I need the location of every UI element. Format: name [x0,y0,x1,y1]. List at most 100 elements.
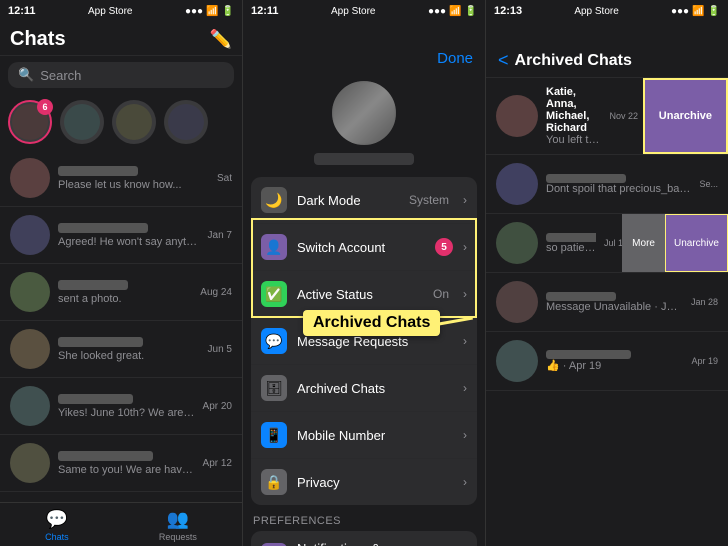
back-button[interactable]: < [498,50,509,71]
archived-avatar-2 [496,163,538,205]
settings-item-archived-chats[interactable]: 🗄 Archived Chats › [251,365,477,412]
dark-mode-value: System [409,193,449,207]
settings-panel: 12:11 App Store ●●● 📶 🔋 Done 🌙 Dark Mode… [243,0,486,546]
carrier-2: App Store [331,6,375,17]
archived-chats-panel: 12:13 App Store ●●● 📶 🔋 < Archived Chats… [486,0,728,546]
unarchive-button-3[interactable]: Unarchive [665,214,728,272]
archived-name-2 [546,174,626,183]
tab-chats[interactable]: 💬 Chats [45,509,69,542]
stories-row: 6 [0,94,242,150]
swipe-actions-3: More Unarchive [622,214,728,272]
more-button-3[interactable]: More [622,214,665,272]
story-item-2[interactable] [60,100,104,144]
chat-item-6[interactable]: Same to you! We are having... Apr 12 [0,435,242,492]
active-status-icon: ✅ [261,281,287,307]
status-bar-1: 12:11 App Store ●●● 📶 🔋 [0,0,242,22]
chevron-message-requests: › [463,334,467,348]
archived-time-5: Apr 19 [691,356,718,366]
archived-preview-3: so patient. Thank you.... · Jul 17 [546,242,596,254]
chat-time-3: Aug 24 [200,287,232,298]
settings-list: 🌙 Dark Mode System › 👤 Switch Account 5 … [243,177,485,505]
active-status-label: Active Status [297,287,423,302]
archived-avatar-1 [496,95,538,137]
archived-title: Archived Chats [515,52,632,70]
chat-item-1[interactable]: Please let us know how... Sat [0,150,242,207]
chats-title: Chats [10,28,66,51]
chat-name-5 [58,394,133,404]
carrier-1: App Store [88,6,132,17]
archived-avatar-3 [496,222,538,264]
archived-time-4: Jan 28 [691,297,718,307]
chat-item-3[interactable]: sent a photo. Aug 24 [0,264,242,321]
notifications-label: Notifications & Sounds [297,541,423,546]
archived-item-3-row: so patient. Thank you.... · Jul 17 Jul 1… [486,214,728,273]
preferences-list: 🔔 Notifications & Sounds Off › 👥 Phone C… [243,531,485,546]
carrier-3: App Store [574,6,618,17]
chat-avatar-4 [10,329,50,369]
chat-item-4[interactable]: She looked great. Jun 5 [0,321,242,378]
chat-time-6: Apr 12 [203,458,232,469]
settings-item-notifications[interactable]: 🔔 Notifications & Sounds Off › [251,531,477,546]
archived-name-3 [546,233,596,242]
chats-header: Chats ✏️ [0,22,242,56]
search-icon: 🔍 [18,67,34,83]
active-status-value: On [433,287,449,301]
chat-item-2[interactable]: Agreed! He won't say anything... Jan 7 [0,207,242,264]
search-bar[interactable]: 🔍 Search [8,62,234,88]
chevron-privacy: › [463,475,467,489]
tab-requests[interactable]: 👥 Requests [159,509,197,542]
preferences-header: PREFERENCES [243,505,485,531]
archived-chats-icon: 🗄 [261,375,287,401]
done-button[interactable]: Done [437,50,473,67]
privacy-icon: 🔒 [261,469,287,495]
unarchive-button-1[interactable]: Unarchive [643,78,728,154]
profile-name [314,153,414,165]
profile-avatar [332,81,396,145]
archived-item-1[interactable]: Katie, Anna, Michael, Richard You left t… [486,78,728,155]
chat-time-5: Apr 20 [203,401,232,412]
chat-preview-3: sent a photo. [58,293,192,305]
chat-item-5[interactable]: Yikes! June 10th? We are ex... Apr 20 [0,378,242,435]
chevron-active-status: › [463,287,467,301]
settings-item-mobile-number[interactable]: 📱 Mobile Number › [251,412,477,459]
settings-item-switch-account[interactable]: 👤 Switch Account 5 › [251,224,477,271]
dark-mode-label: Dark Mode [297,193,399,208]
chat-name-6 [58,451,153,461]
archived-avatar-5 [496,340,538,382]
chat-preview-6: Same to you! We are having... [58,464,195,476]
archived-preview-1: You left the group. · Nov 22 [546,134,601,146]
chat-time-1: Sat [217,173,232,184]
story-item-4[interactable] [164,100,208,144]
profile-section [243,73,485,177]
mobile-number-icon: 📱 [261,422,287,448]
chat-avatar-3 [10,272,50,312]
archived-name-1: Katie, Anna, Michael, Richard [546,86,601,134]
chevron-archived-chats: › [463,381,467,395]
status-bar-2: 12:11 App Store ●●● 📶 🔋 [243,0,485,22]
switch-account-icon: 👤 [261,234,287,260]
new-chat-icon[interactable]: ✏️ [210,29,232,50]
story-badge-1: 6 [37,99,53,115]
chats-tab-icon: 💬 [46,509,68,530]
mobile-number-label: Mobile Number [297,428,453,443]
annotation-label: Archived Chats [303,310,440,336]
story-item-1[interactable]: 6 [8,100,52,144]
chat-time-2: Jan 7 [208,230,232,241]
dark-mode-icon: 🌙 [261,187,287,213]
archived-item-5[interactable]: 👍 · Apr 19 Apr 19 [486,332,728,391]
settings-item-privacy[interactable]: 🔒 Privacy › [251,459,477,505]
archived-item-2[interactable]: Dont spoil that precious_baby... Se... [486,155,728,214]
archived-time-1: Nov 22 [609,111,638,121]
chat-list: Please let us know how... Sat Agreed! He… [0,150,242,492]
time-3: 12:13 [494,5,522,17]
settings-header: Done [243,22,485,73]
archived-item-4[interactable]: Message Unavailable · Jan 28 Jan 28 [486,273,728,332]
settings-item-dark-mode[interactable]: 🌙 Dark Mode System › [251,177,477,224]
archived-preview-2: Dont spoil that precious_baby... [546,183,691,195]
tab-requests-label: Requests [159,532,197,542]
archived-name-4 [546,292,616,301]
archived-name-5 [546,350,631,359]
story-item-3[interactable] [112,100,156,144]
chat-preview-1: Please let us know how... [58,179,209,191]
tab-chats-label: Chats [45,532,69,542]
